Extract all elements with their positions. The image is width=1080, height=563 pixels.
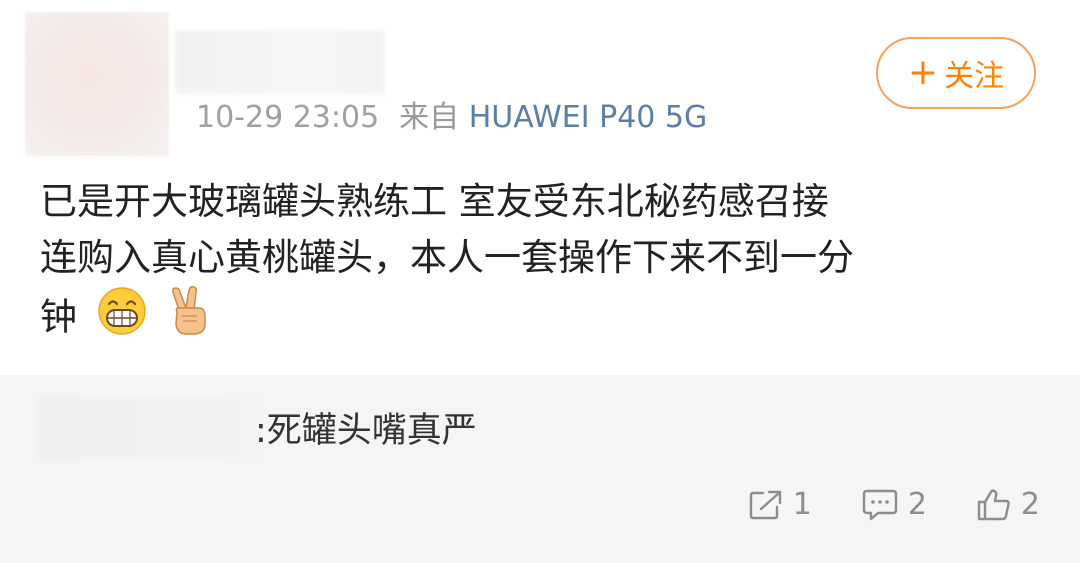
post-meta: 10-29 23:05 来自 HUAWEI P40 5G bbox=[196, 98, 707, 138]
avatar[interactable] bbox=[25, 12, 169, 156]
thumbs-up-icon bbox=[977, 488, 1010, 520]
post-source-device[interactable]: HUAWEI P40 5G bbox=[469, 100, 708, 135]
action-bar: 1 2 2 bbox=[749, 487, 1040, 522]
grinning-face-icon bbox=[97, 286, 147, 352]
share-icon bbox=[749, 490, 781, 519]
follow-label: 关注 bbox=[944, 59, 1005, 94]
comment-count: 2 bbox=[907, 487, 927, 522]
repost-count: 1 bbox=[792, 487, 812, 522]
victory-hand-icon bbox=[167, 286, 211, 352]
comment-text: :死罐头嘴真严 bbox=[255, 411, 477, 451]
post-source-label: 来自 bbox=[399, 100, 460, 135]
like-count: 2 bbox=[1020, 487, 1040, 522]
weibo-post-card: 10-29 23:05 来自 HUAWEI P40 5G + 关注 已是开大玻璃罐… bbox=[0, 0, 1080, 375]
post-content-line-last: 钟 bbox=[40, 286, 1050, 352]
post-time: 10-29 23:05 bbox=[196, 100, 380, 135]
username-blurred[interactable] bbox=[175, 30, 385, 94]
post-content: 已是开大玻璃罐头熟练工 室友受东北秘药感召接 连购入真心黄桃罐头，本人一套操作下… bbox=[40, 174, 1050, 352]
post-content-line: 已是开大玻璃罐头熟练工 室友受东北秘药感召接 bbox=[40, 180, 829, 223]
follow-button[interactable]: + 关注 bbox=[876, 37, 1036, 109]
repost-button[interactable]: 1 bbox=[749, 487, 812, 522]
post-content-line: 连购入真心黄桃罐头，本人一套操作下来不到一分 bbox=[40, 236, 854, 279]
comment-preview-area: :死罐头嘴真严 1 2 2 bbox=[0, 375, 1080, 563]
comment-button[interactable]: 2 bbox=[862, 487, 927, 522]
plus-icon: + bbox=[907, 52, 939, 93]
comment-username-blurred[interactable] bbox=[40, 397, 255, 459]
comment-icon bbox=[862, 489, 898, 520]
like-button[interactable]: 2 bbox=[977, 487, 1040, 522]
